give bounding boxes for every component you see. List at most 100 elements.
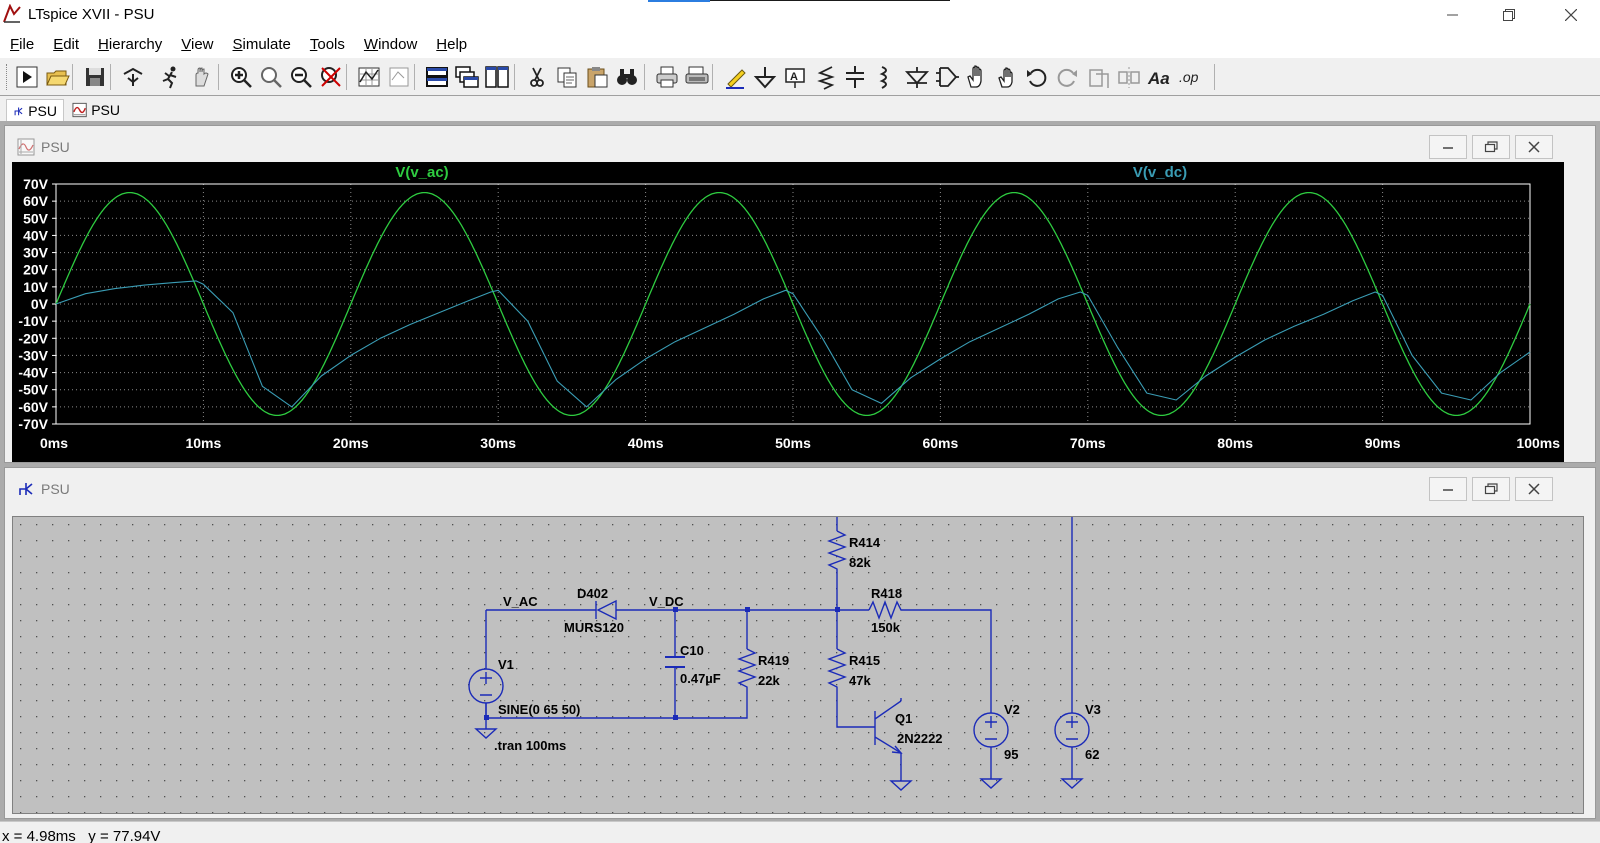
plot-minimize-button[interactable] [1429, 135, 1467, 159]
plot-maximize-button[interactable] [1472, 135, 1510, 159]
net-label-v-dc[interactable]: V_DC [649, 594, 684, 609]
draw-wire-button[interactable] [722, 64, 748, 90]
autorange-button[interactable] [356, 64, 382, 90]
toolbar-separator [346, 64, 347, 90]
v2-name[interactable]: V2 [1004, 702, 1020, 717]
q1-value[interactable]: 2N2222 [897, 731, 943, 746]
undo-button[interactable] [1024, 64, 1050, 90]
find-button[interactable] [614, 64, 640, 90]
component-button[interactable] [934, 64, 960, 90]
schematic-minimize-button[interactable] [1429, 477, 1467, 501]
mirror-button[interactable] [1116, 64, 1142, 90]
v3-value[interactable]: 62 [1085, 747, 1099, 762]
schematic-canvas[interactable]: V_AC V_DC D402 MURS120 C10 0.47µF R419 2… [12, 511, 1584, 814]
tile-horizontal-button[interactable] [424, 64, 450, 90]
toolbar-grip[interactable] [6, 64, 10, 90]
print-setup-button[interactable] [684, 64, 710, 90]
r415-value[interactable]: 47k [849, 673, 871, 688]
close-button[interactable] [1548, 0, 1594, 30]
q1-name[interactable]: Q1 [895, 711, 912, 726]
waveform-plot[interactable]: 70V 60V 50V 40V 30V 20V 10V 0V -10V -20V -30V -40V -… [12, 162, 1564, 462]
toolbar-separator [514, 64, 515, 90]
save-button[interactable] [82, 64, 108, 90]
tile-vertical-button[interactable] [484, 64, 510, 90]
add-trace-button[interactable] [386, 64, 412, 90]
v1-value[interactable]: SINE(0 65 50) [498, 702, 580, 717]
rotate-button[interactable] [1086, 64, 1112, 90]
r414-name[interactable]: R414 [849, 535, 881, 550]
schematic-close-button[interactable] [1515, 477, 1553, 501]
schematic-maximize-button[interactable] [1472, 477, 1510, 501]
spice-directive[interactable]: .tran 100ms [494, 738, 566, 753]
restore-button[interactable] [1486, 0, 1532, 30]
trace-label-v-dc[interactable]: V(v_dc) [1133, 164, 1187, 181]
zoom-in-button[interactable] [228, 64, 254, 90]
redo-button[interactable] [1054, 64, 1080, 90]
v2-value[interactable]: 95 [1004, 747, 1018, 762]
menu-hierarchy[interactable]: Hierarchy [98, 36, 162, 53]
menu-simulate[interactable]: Simulate [233, 36, 291, 53]
r418-name[interactable]: R418 [871, 586, 902, 601]
r414-value[interactable]: 82k [849, 555, 871, 570]
run-sim-button[interactable] [158, 64, 184, 90]
capacitor-button[interactable] [842, 64, 868, 90]
r419-value[interactable]: 22k [758, 673, 780, 688]
zoom-pan-button[interactable] [258, 64, 284, 90]
zoom-fit-button[interactable] [318, 64, 344, 90]
title-bar[interactable]: LTspice XVII - PSU [0, 0, 1600, 30]
d402-name[interactable]: D402 [577, 586, 608, 601]
plot-close-button[interactable] [1515, 135, 1553, 159]
zoom-out-button[interactable] [288, 64, 314, 90]
menu-edit[interactable]: Edit [53, 36, 79, 53]
minimize-button[interactable] [1430, 0, 1476, 30]
d402-value[interactable]: MURS120 [564, 620, 624, 635]
r418-value[interactable]: 150k [871, 620, 901, 635]
copy-button[interactable] [554, 64, 580, 90]
drag-button[interactable] [994, 64, 1020, 90]
r415-name[interactable]: R415 [849, 653, 880, 668]
cascade-icon [455, 66, 479, 88]
cut-button[interactable] [524, 64, 550, 90]
tab-schematic-psu[interactable]: PSU [6, 99, 64, 121]
y-tick-labels: 70V60V50V40V30V20V10V0V-10V-20V-30V-40V-… [18, 176, 48, 432]
svg-text:A: A [790, 71, 798, 83]
toolbar-separator [1214, 64, 1215, 90]
text-button[interactable]: Aa [1146, 64, 1172, 90]
halt-button[interactable] [188, 64, 214, 90]
resistor-icon [817, 66, 835, 90]
x-tick-label: 30ms [480, 435, 516, 451]
diode-button[interactable] [904, 64, 930, 90]
spice-directive-button[interactable]: .op [1176, 64, 1202, 90]
c10-name[interactable]: C10 [680, 643, 704, 658]
v1-name[interactable]: V1 [498, 657, 514, 672]
menu-view[interactable]: View [181, 36, 213, 53]
menu-window[interactable]: Window [364, 36, 417, 53]
v3-name[interactable]: V3 [1085, 702, 1101, 717]
waveform-icon [72, 102, 87, 118]
r419-name[interactable]: R419 [758, 653, 789, 668]
tab-waveform-psu[interactable]: PSU [66, 99, 126, 121]
trace-label-v-ac[interactable]: V(v_ac) [395, 164, 448, 181]
menu-help[interactable]: Help [436, 36, 467, 53]
schematic-window-header[interactable]: PSU [5, 468, 1595, 508]
waveform-chart[interactable]: 70V60V50V40V30V20V10V0V-10V-20V-30V-40V-… [12, 162, 1564, 462]
control-panel-button[interactable] [120, 64, 146, 90]
label-net-button[interactable]: A [782, 64, 808, 90]
cascade-button[interactable] [454, 64, 480, 90]
run-button[interactable] [14, 64, 40, 90]
move-button[interactable] [964, 64, 990, 90]
schematic-drawing[interactable]: V_AC V_DC D402 MURS120 C10 0.47µF R419 2… [13, 511, 1583, 813]
paste-button[interactable] [584, 64, 610, 90]
x-tick-label: 40ms [628, 435, 664, 451]
print-button[interactable] [654, 64, 680, 90]
c10-value[interactable]: 0.47µF [680, 671, 721, 686]
menu-file[interactable]: File [10, 36, 34, 53]
net-label-v-ac[interactable]: V_AC [503, 594, 538, 609]
tab-bar [0, 97, 1600, 121]
resistor-button[interactable] [812, 64, 838, 90]
plot-window-header[interactable]: PSU [5, 126, 1595, 166]
inductor-button[interactable] [872, 64, 898, 90]
open-button[interactable] [44, 64, 70, 90]
menu-tools[interactable]: Tools [310, 36, 345, 53]
ground-button[interactable] [752, 64, 778, 90]
